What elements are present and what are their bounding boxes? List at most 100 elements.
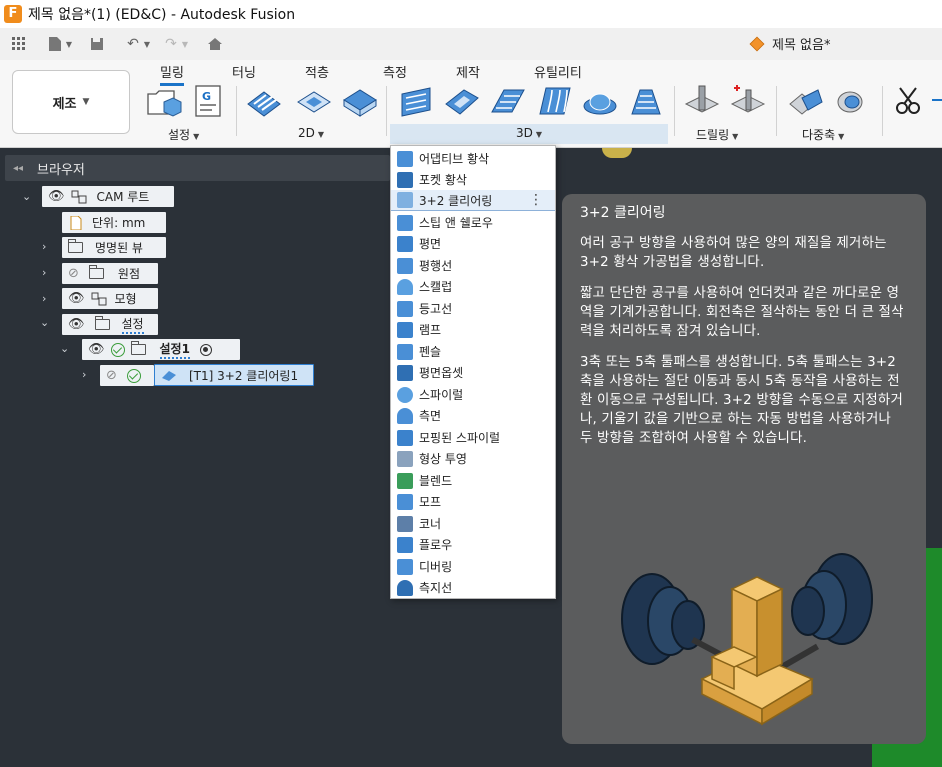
- chevron-right-icon[interactable]: ›: [42, 292, 46, 305]
- menu-item-flat[interactable]: 평면: [391, 233, 555, 254]
- tooltip-title: 3+2 클리어링: [580, 205, 666, 221]
- menu-item-adaptive-clearing[interactable]: 어댑티브 황삭: [391, 148, 555, 169]
- menu-item-blend[interactable]: 블렌드: [391, 470, 555, 491]
- menu-item-deburr[interactable]: 디버링: [391, 556, 555, 577]
- chevron-down-icon: ▼: [838, 132, 845, 141]
- menu-item-corner[interactable]: 코너: [391, 513, 555, 534]
- tab-fabrication[interactable]: 제작: [456, 62, 480, 81]
- eye-hidden-icon[interactable]: ⊘: [106, 368, 117, 383]
- eye-icon[interactable]: 👁: [88, 342, 105, 357]
- undo-icon[interactable]: ↶: [124, 35, 142, 53]
- tab-milling[interactable]: 밀링: [160, 62, 184, 86]
- menu-item-flat-offset[interactable]: 평면옵셋: [391, 362, 555, 383]
- ramp-icon: [397, 321, 413, 338]
- menu-item-label: 램프: [419, 323, 442, 337]
- menu-item-radial[interactable]: 측면: [391, 405, 555, 426]
- chevron-down-icon[interactable]: ▼: [64, 35, 74, 53]
- menu-item-label: 포켓 황삭: [419, 173, 467, 187]
- tab-additive[interactable]: 적층: [305, 62, 329, 81]
- save-icon[interactable]: [88, 35, 106, 53]
- 3d-parallel-icon[interactable]: [536, 84, 572, 118]
- tooltip-illustration: [621, 553, 873, 726]
- menu-item-steep-shallow[interactable]: 스팁 앤 쉘로우: [391, 212, 555, 233]
- tree-node-label: CAM 루트: [96, 190, 150, 204]
- menu-item-label: 디버링: [419, 560, 453, 574]
- workspace-selector[interactable]: 제조 ▼: [12, 70, 130, 134]
- new-setup-icon[interactable]: [146, 84, 182, 118]
- chevron-down-icon[interactable]: ⌄: [60, 342, 69, 355]
- menu-item-morph[interactable]: 모프: [391, 491, 555, 512]
- menu-item-geodesic[interactable]: 측지선: [391, 577, 555, 598]
- eye-hidden-icon[interactable]: ⊘: [68, 266, 79, 281]
- tab-utilities[interactable]: 유틸리티: [534, 62, 582, 81]
- morphed-spiral-icon: [397, 429, 413, 446]
- chevron-down-icon[interactable]: ▼: [180, 35, 190, 53]
- 3d-contour-icon[interactable]: [628, 84, 664, 118]
- collapse-icon[interactable]: ◂◂: [13, 163, 23, 174]
- eye-icon[interactable]: 👁: [68, 291, 85, 306]
- chevron-right-icon[interactable]: ›: [82, 368, 86, 381]
- menu-item-project[interactable]: 형상 투영: [391, 448, 555, 469]
- group-3d-label: 3D: [516, 126, 533, 140]
- eye-icon[interactable]: 👁: [48, 189, 65, 204]
- chevron-right-icon[interactable]: ›: [42, 266, 46, 279]
- hole-recognition-icon[interactable]: [730, 84, 766, 118]
- tab-inspection[interactable]: 측정: [383, 62, 407, 81]
- tree-node-operation-controls[interactable]: ⊘: [100, 365, 154, 386]
- 2d-adaptive-icon[interactable]: [246, 84, 282, 118]
- group-multiaxis[interactable]: 다중축 ▼: [802, 126, 844, 143]
- redo-icon[interactable]: ↷: [162, 35, 180, 53]
- active-setup-icon[interactable]: [199, 343, 212, 356]
- tree-node-named-views[interactable]: 명명된 뷰: [62, 237, 166, 258]
- overflow-icon[interactable]: [930, 84, 942, 118]
- tree-node-setup1[interactable]: 👁 설정1: [82, 339, 240, 360]
- home-icon[interactable]: [206, 35, 224, 53]
- menu-item-3plus2-clearing[interactable]: 3+2 클리어링 ⋮: [391, 190, 555, 211]
- 3d-adaptive-icon[interactable]: [398, 84, 434, 118]
- chevron-down-icon[interactable]: ⌄: [22, 190, 31, 203]
- tab-turning[interactable]: 터닝: [232, 62, 256, 81]
- chevron-down-icon[interactable]: ⌄: [40, 316, 49, 329]
- tree-node-cam-root[interactable]: 👁 CAM 루트: [42, 186, 174, 207]
- tree-node-label: [T1] 3+2 클리어링1: [189, 368, 299, 383]
- menu-item-flow[interactable]: 플로우: [391, 534, 555, 555]
- group-3d[interactable]: 3D ▼: [516, 126, 542, 140]
- group-setup[interactable]: 설정 ▼: [168, 126, 199, 143]
- 3d-pocket-icon[interactable]: [444, 84, 480, 118]
- more-options-icon[interactable]: ⋮: [529, 192, 543, 208]
- menu-item-contour[interactable]: 등고선: [391, 298, 555, 319]
- chevron-down-icon[interactable]: ▼: [142, 35, 152, 53]
- file-icon[interactable]: [46, 35, 64, 53]
- menu-item-morphed-spiral[interactable]: 모핑된 스파이럴: [391, 427, 555, 448]
- 3d-steep-shallow-icon[interactable]: [490, 84, 526, 118]
- group-drilling[interactable]: 드릴링 ▼: [696, 126, 738, 143]
- nc-program-icon[interactable]: G: [192, 84, 228, 118]
- tree-node-units[interactable]: 단위: mm: [62, 212, 166, 233]
- menu-item-parallel[interactable]: 평행선: [391, 255, 555, 276]
- scissors-icon[interactable]: [894, 84, 924, 118]
- menu-item-pocket-clearing[interactable]: 포켓 황삭: [391, 169, 555, 190]
- grid-menu-icon[interactable]: [10, 35, 28, 53]
- 2d-pocket-icon[interactable]: [296, 84, 332, 118]
- spiral-icon: [397, 386, 413, 403]
- group-2d[interactable]: 2D ▼: [298, 126, 324, 140]
- drill-icon[interactable]: [684, 84, 720, 118]
- swarf-icon[interactable]: [788, 84, 824, 118]
- tree-node-operation[interactable]: [T1] 3+2 클리어링1: [154, 364, 314, 386]
- menu-item-pencil[interactable]: 펜슬: [391, 341, 555, 362]
- chevron-right-icon[interactable]: ›: [42, 240, 46, 253]
- 3plus2-clearing-icon: [397, 192, 413, 208]
- ribbon-divider: [882, 86, 883, 136]
- 3d-scallop-icon[interactable]: [582, 84, 618, 118]
- menu-item-spiral[interactable]: 스파이럴: [391, 384, 555, 405]
- 2d-face-icon[interactable]: [342, 84, 378, 118]
- tree-node-setups[interactable]: 👁 설정: [62, 314, 158, 335]
- menu-item-scallop[interactable]: 스캘럽: [391, 276, 555, 297]
- browser-header[interactable]: ◂◂ 브라우저: [5, 155, 390, 181]
- eye-icon[interactable]: 👁: [68, 317, 85, 332]
- tree-node-model[interactable]: 👁 모형: [62, 288, 158, 309]
- menu-item-ramp[interactable]: 램프: [391, 319, 555, 340]
- document-tab[interactable]: 제목 없음*: [749, 34, 830, 53]
- tree-node-origin[interactable]: ⊘ 원점: [62, 263, 158, 284]
- multiaxis-contour-icon[interactable]: [834, 84, 870, 118]
